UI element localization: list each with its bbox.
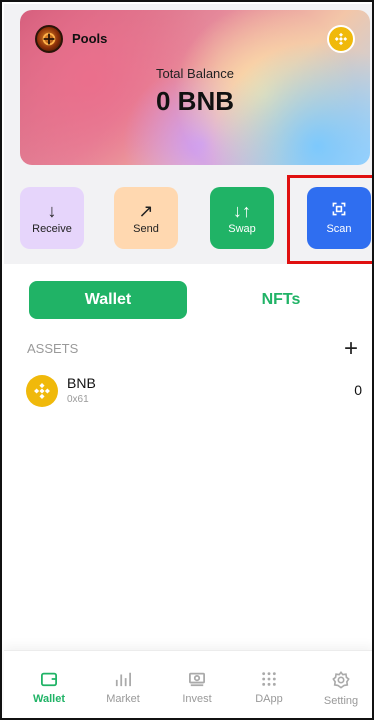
send-label: Send [133,222,159,235]
swap-button[interactable]: ↓↑ Swap [210,187,274,249]
tab-nfts[interactable]: NFTs [202,281,360,319]
scan-icon [331,201,347,220]
nav-market[interactable]: Market [88,671,158,705]
app-frame: Pools Total Balance 0 BNB ↓ Receive ↗ Se… [0,0,374,720]
grid-dots-icon [262,672,276,686]
balance-value: 0 BNB [155,86,234,116]
wallet-icon [41,672,57,687]
nav-invest-label: Invest [182,693,212,705]
scan-button[interactable]: Scan [307,187,371,249]
arrow-up-right-icon: ↗ [138,200,154,221]
download-arrow-icon: ↓ [47,200,57,221]
account-name[interactable]: Pools [72,31,107,46]
bnb-network-icon[interactable] [327,25,355,53]
gear-icon [332,671,350,689]
asset-amount: 0 [354,382,362,398]
nav-dapp[interactable]: DApp [234,671,304,705]
bar-chart-icon [115,672,131,687]
scan-label: Scan [326,223,352,235]
send-button[interactable]: ↗ Send [114,187,178,249]
receive-button[interactable]: ↓ Receive [20,187,84,249]
nav-setting[interactable]: Setting [306,671,372,707]
balance-title: Total Balance [155,66,235,81]
cash-icon [189,672,205,687]
swap-arrows-icon: ↓↑ [233,200,251,221]
receive-label: Receive [32,222,72,235]
nav-invest[interactable]: Invest [162,671,232,705]
asset-address: 0x61 [67,394,89,405]
add-asset-button[interactable]: + [344,335,358,363]
asset-row-bnb[interactable]: BNB 0x61 0 [24,372,364,412]
bnb-coin-icon [26,375,58,407]
nav-market-label: Market [106,693,140,705]
assets-section-label: ASSETS [27,341,79,356]
tab-wallet[interactable]: Wallet [29,281,187,319]
asset-name: BNB [67,375,96,391]
nav-setting-label: Setting [323,695,359,707]
nav-wallet-label: Wallet [33,693,65,705]
balance-card: Pools Total Balance 0 BNB [20,10,370,165]
nav-wallet[interactable]: Wallet [14,671,84,705]
nav-dapp-label: DApp [255,693,283,705]
pools-logo-icon[interactable] [35,25,63,53]
pools-logo-glyph [42,32,56,46]
bottom-nav: Wallet Market Invest DApp Setting [4,650,372,718]
swap-label: Swap [228,222,256,235]
